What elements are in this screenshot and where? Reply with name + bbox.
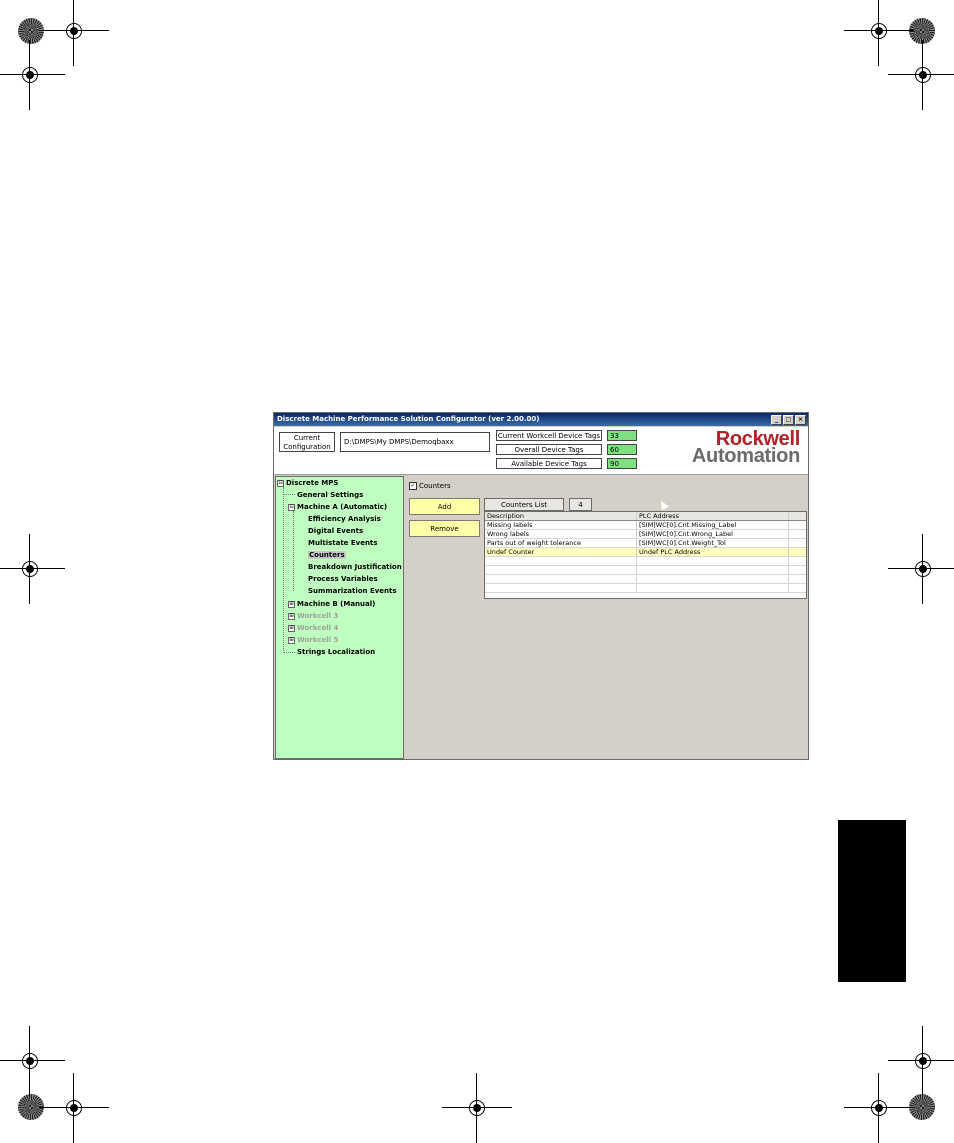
crop-mark — [0, 40, 65, 110]
current-workcell-tags-label: Current Workcell Device Tags — [496, 430, 602, 441]
navigation-tree: ⊟ Discrete MPS General Settings ⊟ Machine … — [275, 476, 404, 759]
crop-mark — [844, 0, 914, 66]
available-tags-value: 90 — [607, 458, 637, 469]
tree-item-counters[interactable]: Counters — [308, 550, 346, 560]
overall-tags-label: Overall Device Tags — [496, 444, 602, 455]
maximize-button[interactable]: □ — [783, 415, 794, 425]
add-button[interactable]: Add — [409, 498, 480, 515]
crop-mark — [39, 0, 109, 66]
tree-item-workcell-3[interactable]: ⊞ Workcell 3 — [288, 611, 338, 621]
overall-tags-value: 60 — [607, 444, 637, 455]
plc-address-cell[interactable]: [SIM]WC[0].Cnt.Weight_Tol — [637, 539, 789, 547]
minimize-button[interactable]: _ — [771, 415, 782, 425]
table-row[interactable]: Missing labels [SIM]WC[0].Cnt.Missing_La… — [485, 521, 806, 530]
tree-item-machine-a[interactable]: ⊟ Machine A (Automatic) — [288, 502, 387, 512]
plc-address-cell[interactable]: [SIM]WC[0].Cnt.Wrong_Label — [637, 530, 789, 538]
tree-item-workcell-5[interactable]: ⊞ Workcell 5 — [288, 635, 338, 645]
counters-list-title: Counters List — [484, 498, 564, 511]
tree-item-strings-localization[interactable]: Strings Localization — [297, 647, 375, 657]
table-row-empty[interactable] — [485, 575, 806, 584]
description-cell[interactable]: Undef Counter — [485, 548, 637, 556]
counters-grid: Description PLC Address Missing labels [… — [484, 511, 807, 599]
counters-panel: ✓ Counters Add Remove Counters List 4 De… — [405, 476, 808, 759]
crop-mark — [844, 1073, 914, 1143]
counters-checkbox-label: Counters — [419, 482, 451, 490]
tree-item-discrete-mps[interactable]: ⊟ Discrete MPS — [277, 478, 338, 488]
expand-icon[interactable]: ⊞ — [288, 612, 295, 620]
table-row[interactable]: Parts out of weight tolerance [SIM]WC[0]… — [485, 539, 806, 548]
registration-rosette — [18, 18, 44, 44]
plc-address-cell[interactable]: [SIM]WC[0].Cnt.Missing_Label — [637, 521, 789, 529]
tree-item-process-variables[interactable]: Process Variables — [308, 574, 378, 584]
header-panel: Current Configuration D:\DMPS\My DMPS\De… — [274, 427, 808, 475]
crop-mark — [442, 1073, 512, 1143]
current-configuration-label: Current Configuration — [279, 432, 335, 452]
rockwell-automation-logo: Rockwell Automation — [691, 428, 800, 467]
table-row-empty[interactable] — [485, 566, 806, 575]
grid-header: Description PLC Address — [485, 512, 806, 521]
plc-address-cell[interactable]: Undef PLC Address — [637, 548, 789, 556]
crop-mark — [0, 534, 65, 604]
available-tags-label: Available Device Tags — [496, 458, 602, 469]
current-workcell-tags-value: 33 — [607, 430, 637, 441]
column-header-description[interactable]: Description — [485, 512, 637, 520]
description-cell[interactable]: Missing labels — [485, 521, 637, 529]
tree-item-efficiency-analysis[interactable]: Efficiency Analysis — [308, 514, 381, 524]
table-row-empty[interactable] — [485, 557, 806, 566]
crop-mark — [888, 534, 954, 604]
configuration-path-field[interactable]: D:\DMPS\My DMPS\Demoqbaxx — [340, 432, 490, 452]
remove-button[interactable]: Remove — [409, 520, 480, 537]
collapse-icon[interactable]: ⊟ — [277, 479, 284, 487]
crop-mark — [888, 1026, 954, 1096]
crop-mark — [39, 1073, 109, 1143]
configurator-window: Discrete Machine Performance Solution Co… — [273, 412, 809, 760]
counters-checkbox-row[interactable]: ✓ Counters — [409, 482, 451, 490]
column-header-plc-address[interactable]: PLC Address — [637, 512, 789, 520]
tree-item-machine-b[interactable]: ⊞ Machine B (Manual) — [288, 599, 375, 609]
counters-list-count: 4 — [569, 498, 592, 511]
close-button[interactable]: × — [795, 415, 806, 425]
chapter-tab — [838, 820, 906, 982]
crop-mark — [888, 40, 954, 110]
tree-item-breakdown-justification[interactable]: Breakdown Justification — [308, 562, 402, 572]
table-row-empty[interactable] — [485, 584, 806, 593]
tree-item-digital-events[interactable]: Digital Events — [308, 526, 363, 536]
expand-icon[interactable]: ⊞ — [288, 636, 295, 644]
crop-mark — [0, 1026, 65, 1096]
description-cell[interactable]: Parts out of weight tolerance — [485, 539, 637, 547]
description-cell[interactable]: Wrong labels — [485, 530, 637, 538]
tree-item-multistate-events[interactable]: Multistate Events — [308, 538, 377, 548]
tree-item-summarization-events[interactable]: Summarization Events — [308, 586, 397, 596]
mouse-cursor-icon — [657, 498, 669, 511]
table-row[interactable]: Wrong labels [SIM]WC[0].Cnt.Wrong_Label — [485, 530, 806, 539]
tree-item-general-settings[interactable]: General Settings — [297, 490, 363, 500]
expand-icon[interactable]: ⊞ — [288, 624, 295, 632]
tree-item-workcell-4[interactable]: ⊞ Workcell 4 — [288, 623, 338, 633]
table-row[interactable]: Undef Counter Undef PLC Address — [485, 548, 806, 557]
title-bar: Discrete Machine Performance Solution Co… — [274, 413, 808, 426]
counters-checkbox[interactable]: ✓ — [409, 482, 417, 490]
collapse-icon[interactable]: ⊟ — [288, 503, 295, 511]
expand-icon[interactable]: ⊞ — [288, 600, 295, 608]
window-title: Discrete Machine Performance Solution Co… — [277, 415, 540, 423]
